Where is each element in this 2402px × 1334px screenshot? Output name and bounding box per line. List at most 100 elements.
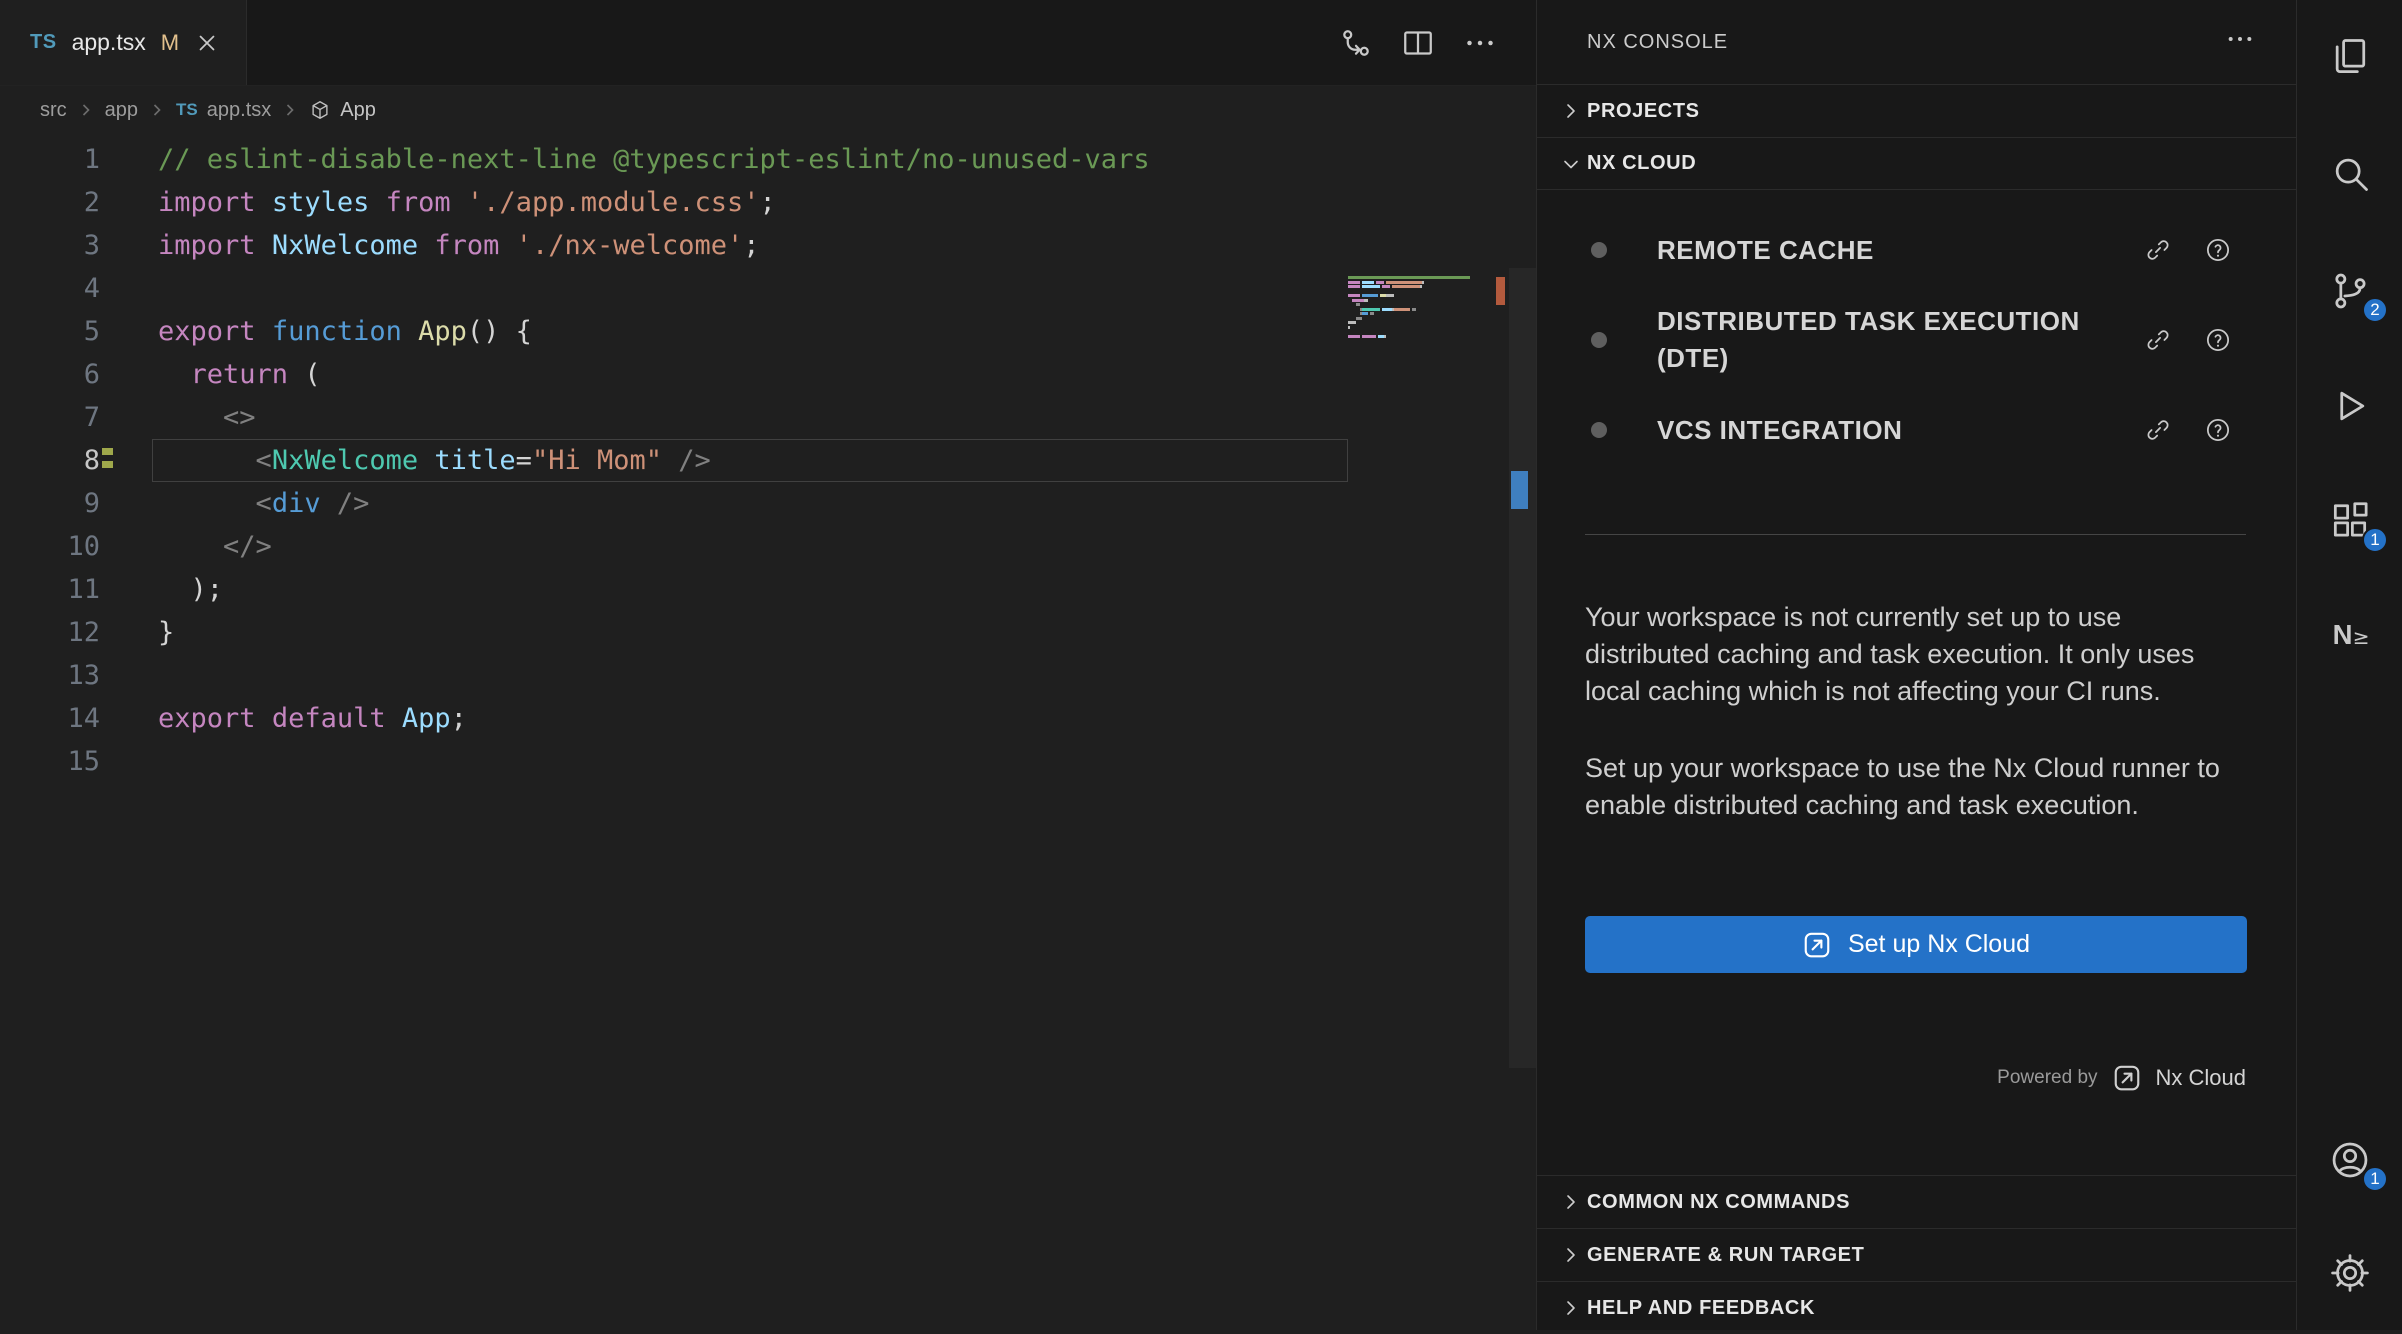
line-number[interactable]: 9 bbox=[0, 482, 152, 525]
line-number[interactable]: 8 bbox=[0, 439, 152, 482]
panel-header: NX CONSOLE bbox=[1537, 0, 2296, 84]
code-line[interactable]: 11 ); bbox=[0, 568, 1536, 611]
breadcrumb-item-file[interactable]: app.tsx bbox=[207, 99, 271, 122]
line-number[interactable]: 7 bbox=[0, 396, 152, 439]
badge-count: 1 bbox=[2362, 1166, 2388, 1192]
breadcrumb-item-symbol[interactable]: App bbox=[340, 99, 376, 122]
help-icon[interactable] bbox=[2204, 326, 2232, 354]
code-text: export function App() { bbox=[152, 310, 1348, 353]
code-line[interactable]: 7 <> bbox=[0, 396, 1536, 439]
line-number[interactable]: 13 bbox=[0, 654, 152, 697]
code-text: return ( bbox=[152, 353, 1348, 396]
cloud-item-label: DISTRIBUTED TASK EXECUTION (DTE) bbox=[1657, 303, 2097, 377]
panel-section-projects[interactable]: PROJECTS bbox=[1537, 84, 2296, 137]
line-number[interactable]: 2 bbox=[0, 181, 152, 224]
activity-accounts[interactable]: 1 bbox=[2297, 1122, 2402, 1198]
section-label: COMMON NX COMMANDS bbox=[1587, 1191, 1850, 1214]
code-text: import styles from './app.module.css'; bbox=[152, 181, 1348, 224]
help-icon[interactable] bbox=[2204, 416, 2232, 444]
code-line[interactable]: 3import NxWelcome from './nx-welcome'; bbox=[0, 224, 1536, 267]
activity-search[interactable] bbox=[2297, 135, 2402, 211]
close-icon[interactable] bbox=[194, 30, 220, 56]
split-editor-icon[interactable] bbox=[1400, 25, 1436, 61]
code-lines: 1// eslint-disable-next-line @typescript… bbox=[0, 138, 1536, 783]
line-number[interactable]: 14 bbox=[0, 697, 152, 740]
setup-nx-cloud-button[interactable]: Set up Nx Cloud bbox=[1585, 916, 2247, 973]
connect-icon[interactable] bbox=[2144, 326, 2172, 354]
overview-ruler-cursor-mark bbox=[1511, 471, 1528, 509]
panel-more-icon[interactable] bbox=[2224, 23, 2256, 61]
line-number[interactable]: 4 bbox=[0, 267, 152, 310]
line-number[interactable]: 11 bbox=[0, 568, 152, 611]
editor-actions bbox=[1338, 0, 1536, 85]
chevron-right-icon bbox=[147, 100, 167, 120]
symbol-cube-icon bbox=[309, 99, 331, 121]
panel-section-help-and-feedback[interactable]: HELP AND FEEDBACK bbox=[1537, 1281, 2296, 1334]
code-line[interactable]: 2import styles from './app.module.css'; bbox=[0, 181, 1536, 224]
activity-source-control[interactable]: 2 bbox=[2297, 253, 2402, 329]
code-line[interactable]: 15 bbox=[0, 740, 1536, 783]
code-line[interactable]: 4 bbox=[0, 267, 1536, 310]
code-line[interactable]: 13 bbox=[0, 654, 1536, 697]
connect-icon[interactable] bbox=[2144, 416, 2172, 444]
powered-by-label: Powered by bbox=[1997, 1067, 2097, 1089]
section-label: HELP AND FEEDBACK bbox=[1587, 1297, 1815, 1320]
nx-console-panel: NX CONSOLE PROJECTS NX CLOUD REMOTE CACH… bbox=[1536, 0, 2296, 1330]
panel-section-nx-cloud[interactable]: NX CLOUD bbox=[1537, 137, 2296, 190]
activity-explorer[interactable] bbox=[2297, 19, 2402, 95]
badge-count: 1 bbox=[2362, 527, 2388, 553]
code-line[interactable]: 12} bbox=[0, 611, 1536, 654]
breadcrumb-item-app[interactable]: app bbox=[105, 99, 138, 122]
explorer-icon bbox=[2328, 35, 2372, 79]
line-number[interactable]: 10 bbox=[0, 525, 152, 568]
code-line[interactable]: 5export function App() { bbox=[0, 310, 1536, 353]
cloud-item-label: REMOTE CACHE bbox=[1657, 232, 1874, 269]
activity-nx-console[interactable]: N≥ bbox=[2297, 596, 2402, 672]
section-label: GENERATE & RUN TARGET bbox=[1587, 1244, 1864, 1267]
line-number[interactable]: 12 bbox=[0, 611, 152, 654]
workspace-status-text: Your workspace is not currently set up t… bbox=[1585, 599, 2246, 710]
panel-section-generate-run-target[interactable]: GENERATE & RUN TARGET bbox=[1537, 1228, 2296, 1281]
code-line[interactable]: 9 <div /> bbox=[0, 482, 1536, 525]
code-line[interactable]: 14export default App; bbox=[0, 697, 1536, 740]
code-text bbox=[152, 267, 1348, 310]
cloud-item-label: VCS INTEGRATION bbox=[1657, 412, 1902, 449]
code-line[interactable]: 1// eslint-disable-next-line @typescript… bbox=[0, 138, 1536, 181]
setup-button-label: Set up Nx Cloud bbox=[1848, 930, 2030, 959]
setup-hint-text: Set up your workspace to use the Nx Clou… bbox=[1585, 750, 2246, 824]
breadcrumb: src app TS app.tsx App bbox=[0, 86, 1536, 134]
line-number[interactable]: 6 bbox=[0, 353, 152, 396]
code-editor[interactable]: 1// eslint-disable-next-line @typescript… bbox=[0, 134, 1536, 783]
open-changes-icon[interactable] bbox=[1338, 25, 1374, 61]
svg-text:≥: ≥ bbox=[2353, 625, 2370, 649]
help-icon[interactable] bbox=[2204, 236, 2232, 264]
code-text: <NxWelcome title="Hi Mom" /> bbox=[152, 439, 1348, 482]
activity-extensions[interactable]: 1 bbox=[2297, 483, 2402, 559]
nx-cloud-logo-icon bbox=[1802, 930, 1832, 960]
minimap[interactable] bbox=[1348, 276, 1506, 344]
tab-label: app.tsx bbox=[72, 29, 146, 56]
more-actions-icon[interactable] bbox=[1462, 25, 1498, 61]
typescript-file-icon: TS bbox=[176, 100, 198, 120]
line-number[interactable]: 5 bbox=[0, 310, 152, 353]
run-debug-icon bbox=[2328, 384, 2372, 428]
code-line[interactable]: 10 </> bbox=[0, 525, 1536, 568]
code-line[interactable]: 6 return ( bbox=[0, 353, 1536, 396]
tab-app-tsx[interactable]: TS app.tsx M bbox=[0, 0, 247, 85]
activity-settings[interactable] bbox=[2297, 1235, 2402, 1311]
powered-by-row: Powered by Nx Cloud bbox=[1537, 1063, 2296, 1093]
code-text bbox=[152, 740, 1348, 783]
line-number[interactable]: 3 bbox=[0, 224, 152, 267]
activity-run-debug[interactable] bbox=[2297, 368, 2402, 444]
code-line[interactable]: 8 <NxWelcome title="Hi Mom" /> bbox=[0, 439, 1536, 482]
nx-console-icon: N≥ bbox=[2328, 612, 2372, 656]
line-number[interactable]: 15 bbox=[0, 740, 152, 783]
activity-bar: 2 1 N≥ 1 bbox=[2296, 0, 2402, 1330]
code-text: export default App; bbox=[152, 697, 1348, 740]
panel-bottom-sections: COMMON NX COMMANDS GENERATE & RUN TARGET H… bbox=[1537, 1175, 2296, 1334]
editor-scrollbar[interactable] bbox=[1509, 268, 1536, 1068]
panel-section-common-nx-commands[interactable]: COMMON NX COMMANDS bbox=[1537, 1175, 2296, 1228]
breadcrumb-item-src[interactable]: src bbox=[40, 99, 67, 122]
line-number[interactable]: 1 bbox=[0, 138, 152, 181]
connect-icon[interactable] bbox=[2144, 236, 2172, 264]
